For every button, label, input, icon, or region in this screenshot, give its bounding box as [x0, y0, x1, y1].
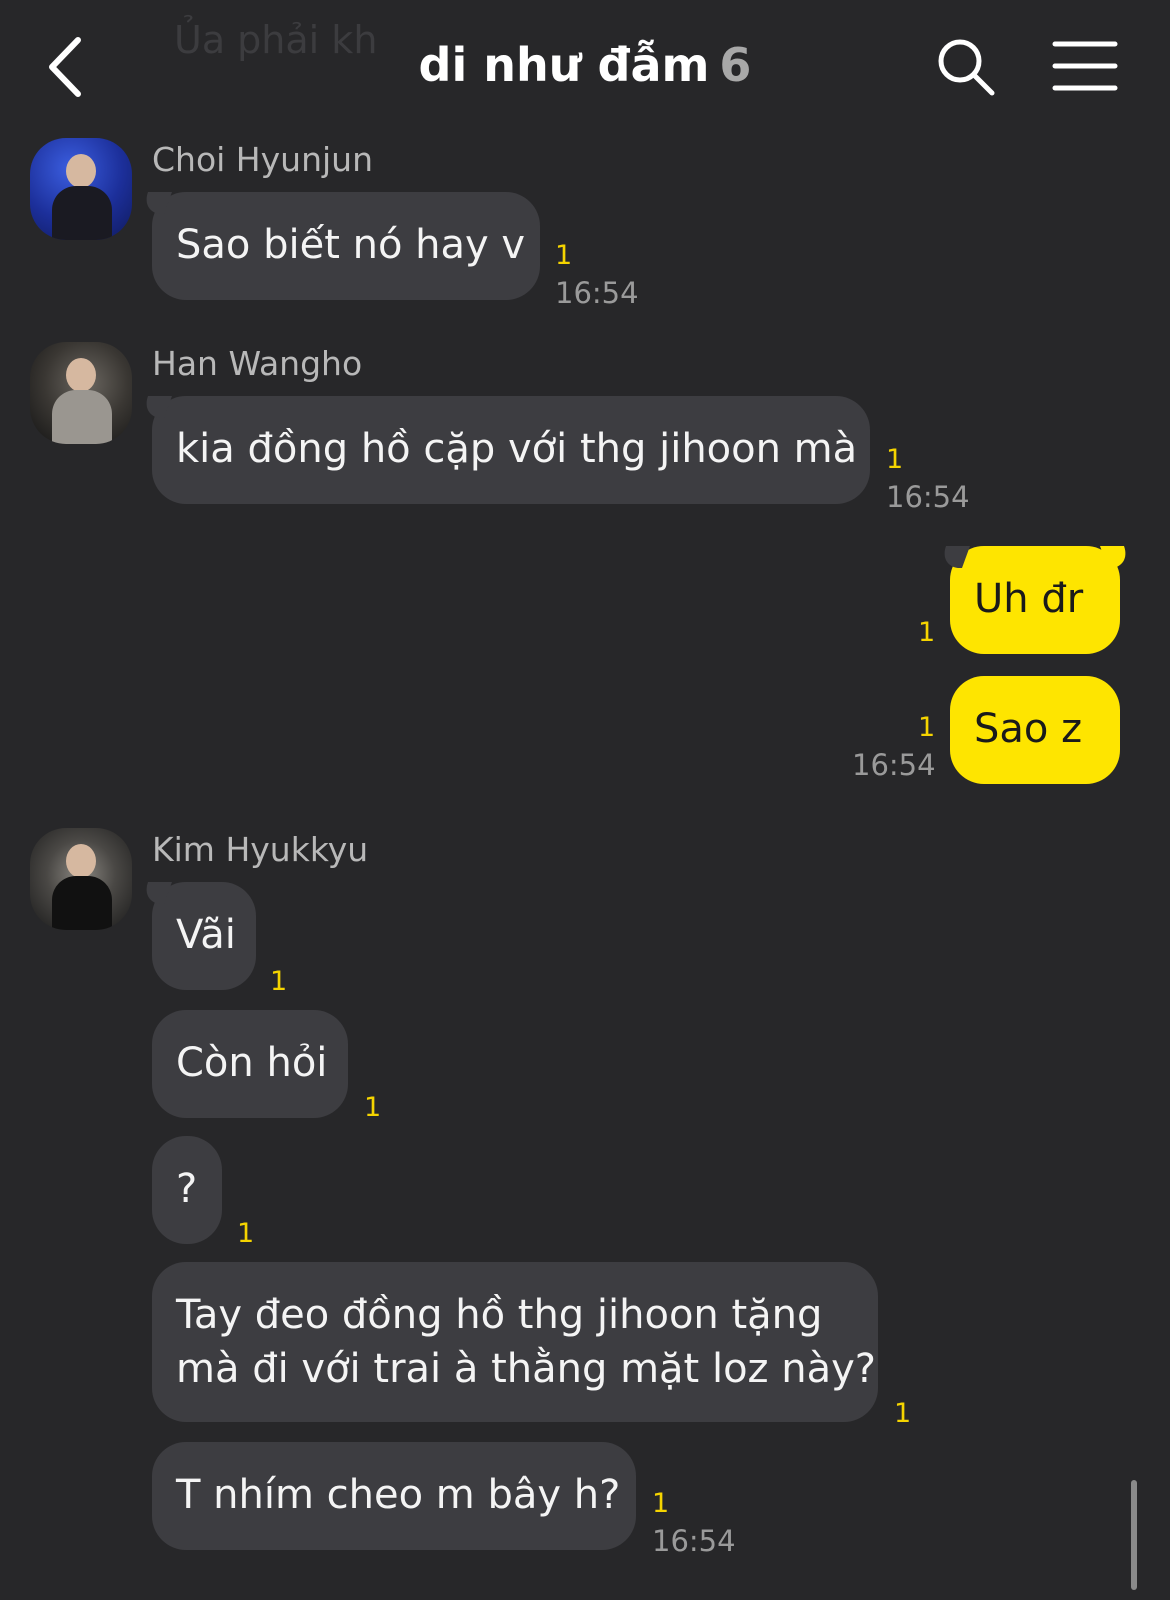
unread-count: 1 [237, 1218, 255, 1249]
hamburger-menu-icon [1052, 41, 1118, 91]
unread-count: 1 [918, 617, 936, 648]
message-time: 16:54 [652, 1524, 736, 1558]
chat-header: di như đẫm 6 [0, 0, 1170, 130]
unread-count: 1 [652, 1488, 670, 1519]
message-bubble[interactable]: Còn hỏi [152, 1010, 348, 1118]
message-time: 16:54 [852, 748, 936, 782]
message-bubble[interactable]: Sao biết nó hay v [152, 192, 540, 300]
message-bubble[interactable]: kia đồng hồ cặp với thg jihoon mà [152, 396, 870, 504]
my-message-bubble[interactable]: Uh đr [950, 546, 1120, 654]
unread-count: 1 [918, 712, 936, 743]
avatar[interactable] [30, 138, 132, 240]
unread-count: 1 [886, 444, 904, 475]
search-button[interactable] [935, 36, 997, 98]
unread-count: 1 [894, 1398, 912, 1429]
message-time: 16:54 [886, 480, 970, 514]
sender-name: Han Wangho [152, 344, 363, 383]
avatar[interactable] [30, 342, 132, 444]
member-count: 6 [719, 38, 752, 92]
avatar-head [66, 358, 96, 392]
search-icon [938, 39, 995, 96]
message-bubble[interactable]: Vãi [152, 882, 256, 990]
avatar[interactable] [30, 828, 132, 930]
my-message-bubble[interactable]: Sao z [950, 676, 1120, 784]
sender-name: Choi Hyunjun [152, 140, 373, 179]
message-bubble[interactable]: T nhím cheo m bây h? [152, 1442, 636, 1550]
message-bubble[interactable]: Tay đeo đồng hồ thg jihoon tặng mà đi vớ… [152, 1262, 878, 1422]
menu-button[interactable] [1052, 38, 1118, 94]
avatar-body [52, 390, 112, 444]
chat-room-name: di như đẫm [418, 38, 710, 92]
avatar-head [66, 154, 96, 188]
scrollbar[interactable] [1131, 1480, 1137, 1590]
unread-count: 1 [364, 1092, 382, 1123]
unread-count: 1 [270, 966, 288, 997]
message-line: mà đi với trai à thằng mặt loz này? [176, 1346, 877, 1392]
message-line: Tay đeo đồng hồ thg jihoon tặng [176, 1292, 823, 1338]
avatar-head [66, 844, 96, 878]
sender-name: Kim Hyukkyu [152, 830, 369, 869]
message-bubble[interactable]: ? [152, 1136, 222, 1244]
message-time: 16:54 [555, 276, 639, 310]
avatar-body [52, 186, 112, 240]
unread-count: 1 [555, 240, 573, 271]
avatar-body [52, 876, 112, 930]
